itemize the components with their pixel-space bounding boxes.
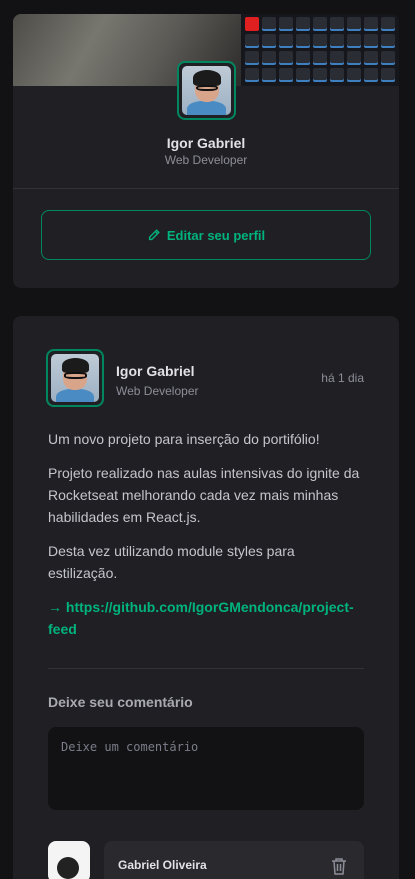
profile-role: Web Developer [164,153,248,167]
post-author-avatar[interactable] [46,349,104,407]
post-paragraph: Desta vez utilizando module styles para … [48,543,295,581]
post-paragraph: Um novo projeto para inserção do portifó… [48,431,320,447]
profile-avatar[interactable] [177,61,236,120]
post-link[interactable]: → https://github.com/IgorGMendonca/proje… [48,599,354,637]
post-paragraph: Projeto realizado nas aulas intensivas d… [48,465,360,525]
edit-profile-button[interactable]: Editar seu perfil [41,210,371,260]
trash-icon[interactable] [330,856,348,876]
post-content: Um novo projeto para inserção do portifó… [48,428,366,652]
post-card: Igor Gabriel Web Developer há 1 dia Um n… [13,316,399,879]
divider [13,188,399,189]
pencil-icon [148,229,160,241]
comment-box: Gabriel Oliveira [104,841,364,879]
post-author-role: Web Developer [116,384,199,398]
arrow-right-icon: → [48,599,62,615]
post-link-text: https://github.com/IgorGMendonca/project… [48,599,354,637]
comment-avatar[interactable] [48,841,90,879]
post-time: há 1 dia [321,371,364,385]
keyboard-photo [241,14,399,86]
profile-card: Igor Gabriel Web Developer Editar seu pe… [13,14,399,288]
post-author-name: Igor Gabriel [116,363,195,379]
comment-heading: Deixe seu comentário [48,694,193,710]
profile-name: Igor Gabriel [166,135,246,151]
edit-profile-label: Editar seu perfil [166,227,266,243]
comment-author: Gabriel Oliveira [118,858,207,872]
post-link-line: → https://github.com/IgorGMendonca/proje… [48,596,366,640]
divider [48,668,364,669]
comment-input[interactable] [48,727,364,810]
